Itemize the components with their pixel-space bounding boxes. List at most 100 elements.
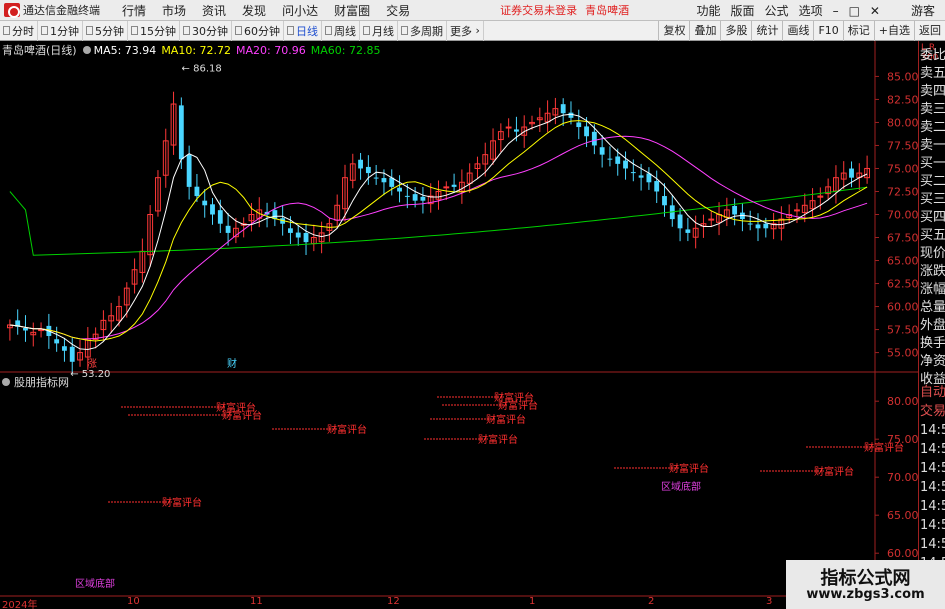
price-tick-label: 60.00 [887, 301, 918, 314]
candle-body [210, 204, 215, 215]
candle-body [381, 178, 387, 183]
price-tick-label: 72.50 [887, 185, 918, 198]
side-panel-item: 买三 [920, 192, 945, 207]
side-panel-sub-item: 14:56 [920, 442, 945, 457]
guest-user[interactable]: 游客 [911, 2, 935, 19]
candle-body [505, 126, 512, 129]
candle-body [623, 160, 628, 169]
date-tick-label: 1 [529, 596, 536, 607]
period-label: 多周期 [410, 24, 443, 38]
finance-marker: 财 [227, 357, 237, 370]
period-weekly[interactable]: 周线 [322, 20, 360, 41]
candle-body [186, 154, 192, 187]
window-min-icon[interactable]: – [833, 4, 839, 18]
menu-item-market[interactable]: 行情 [122, 2, 146, 19]
current-stock-name: 青岛啤酒 [585, 4, 630, 17]
side-panel-sub-item: 自动 [920, 385, 945, 400]
candle-body [69, 346, 75, 362]
period-label: 更多 [450, 24, 472, 38]
period-icon [235, 26, 242, 35]
period-30min[interactable]: 30分钟 [180, 20, 232, 41]
price-tick-label: 70.00 [887, 209, 918, 222]
side-panel-sub-item: 交易 [920, 404, 945, 419]
candle-body [755, 224, 761, 229]
btn-mark[interactable]: 标记 [842, 21, 874, 41]
price-tick-label: 80.00 [887, 116, 918, 129]
btn-stats[interactable]: 统计 [751, 21, 782, 41]
menu-bar: 通达信金融终端 行情 市场 资讯 发现 问小达 财富圈 交易 证券交易未登录 青… [0, 0, 945, 21]
period-multi[interactable]: 多周期 [398, 20, 447, 41]
menu-function[interactable]: 功能 [697, 2, 721, 19]
candle-body [194, 186, 200, 197]
period-1min[interactable]: 1分钟 [38, 20, 83, 41]
period-icon [325, 26, 332, 35]
price-tick-label: 57.50 [887, 324, 918, 337]
login-status[interactable]: 证券交易未登录 [500, 2, 577, 18]
menu-item-ask[interactable]: 问小达 [282, 2, 318, 19]
kline-chart-area[interactable]: 85.00 82.50 80.00 77.50 75.00 72.50 70.00 67.50… [0, 41, 945, 609]
date-tick-label: 12 [387, 596, 400, 607]
price-tick-label: 67.50 [887, 232, 918, 245]
sub-indicator-icon[interactable] [2, 378, 10, 386]
btn-back[interactable]: 返回 [914, 21, 945, 41]
period-15min[interactable]: 15分钟 [128, 20, 180, 41]
candle-body [514, 129, 519, 132]
btn-f10[interactable]: F10 [813, 21, 842, 41]
sub-signal-label: 财富评台 [478, 433, 518, 446]
period-daily[interactable]: 日线 [284, 20, 322, 41]
date-axis: 2024年 10 11 12 1 2 3 [0, 596, 786, 609]
period-monthly[interactable]: 月线 [360, 20, 398, 41]
watermark: 指标公式网 www.zbgs3.com [786, 560, 945, 609]
period-icon [3, 26, 10, 35]
period-60min[interactable]: 60分钟 [232, 20, 284, 41]
btn-overlay[interactable]: 叠加 [689, 21, 720, 41]
period-icon [287, 26, 294, 35]
price-tick-label: 62.50 [887, 278, 918, 291]
indicator-settings-icon[interactable] [82, 46, 91, 54]
period-label: 月线 [372, 24, 394, 38]
price-tick-label: 55.00 [887, 347, 918, 360]
period-timeshare[interactable]: 分时 [0, 20, 38, 41]
menu-item-discover[interactable]: 发现 [242, 2, 266, 19]
menu-layout[interactable]: 版面 [731, 2, 755, 19]
window-max-icon[interactable]: □ [849, 4, 860, 18]
candle-body [202, 200, 208, 206]
candle-body [288, 228, 293, 233]
btn-add-watchlist[interactable]: +自选 [873, 21, 914, 41]
watermark-url: www.zbgs3.com [806, 587, 925, 602]
window-close-icon[interactable]: ✕ [870, 4, 880, 18]
candle-body [747, 223, 753, 225]
candle-body [794, 209, 800, 212]
sub-tick-label: 80.00 [887, 395, 918, 408]
candle-body [373, 177, 379, 179]
menu-item-trade[interactable]: 交易 [386, 2, 410, 19]
menu-item-markets[interactable]: 市场 [162, 2, 186, 19]
side-panel-sub-item: 14:56 [920, 537, 945, 552]
btn-multistock[interactable]: 多股 [720, 21, 751, 41]
region-bottom-label: 区域底部 [75, 577, 115, 590]
period-label: 周线 [334, 24, 356, 38]
side-panel-item: 涨幅 [920, 282, 945, 297]
btn-adjust[interactable]: 复权 [658, 21, 689, 41]
price-tick-label: 85.00 [887, 70, 918, 83]
menu-options[interactable]: 选项 [799, 2, 823, 19]
candle-body [560, 104, 566, 114]
low-price-label: ← 53.20 [70, 369, 110, 380]
menu-item-news[interactable]: 资讯 [202, 2, 226, 19]
btn-draw[interactable]: 画线 [782, 21, 813, 41]
sub-chart-header: 股朋指标网 [2, 375, 69, 389]
menu-item-wealth[interactable]: 财富圈 [334, 2, 370, 19]
side-panel-item: 现价 [920, 246, 945, 261]
sub-indicator-title: 股朋指标网 [14, 376, 69, 389]
side-panel-item: 涨跌 [920, 264, 945, 279]
candle-body [62, 346, 67, 351]
period-more[interactable]: 更多 › [447, 20, 484, 41]
period-label: 日线 [296, 24, 318, 38]
period-icon [183, 26, 190, 35]
menu-formula[interactable]: 公式 [765, 2, 789, 19]
app-logo-icon [4, 3, 20, 18]
ma10-line [9, 120, 868, 342]
kline-svg[interactable]: 85.00 82.50 80.00 77.50 75.00 72.50 70.00 67.50… [0, 41, 918, 609]
candle-body [54, 339, 60, 344]
period-5min[interactable]: 5分钟 [83, 20, 128, 41]
